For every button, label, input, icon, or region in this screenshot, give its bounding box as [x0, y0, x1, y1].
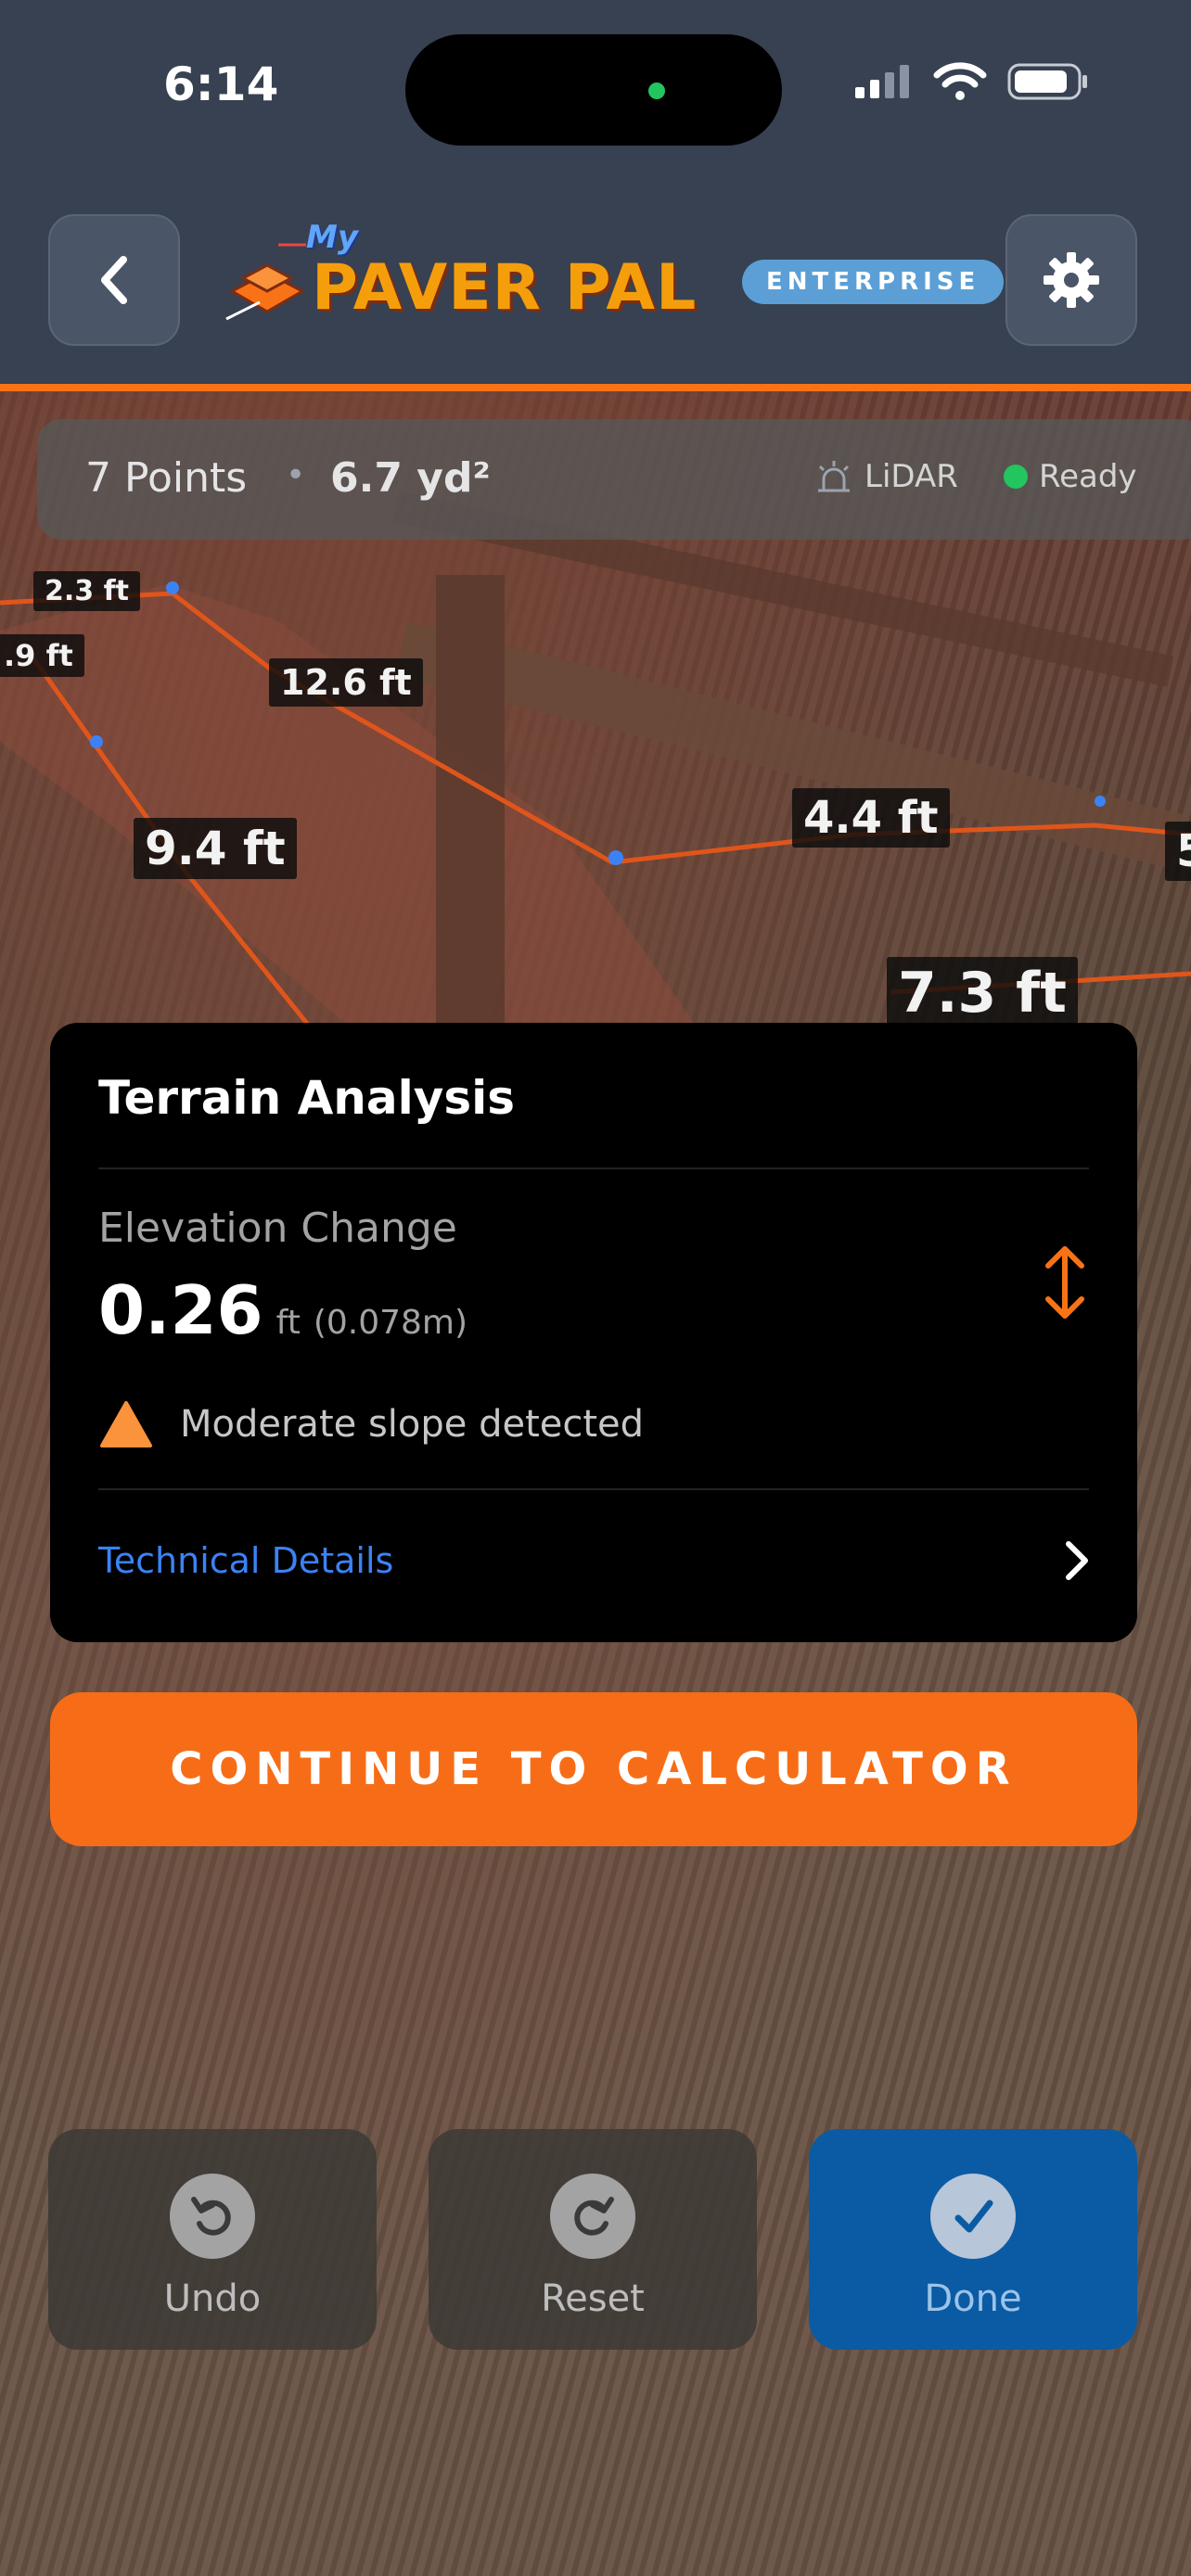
gear-icon: [1044, 252, 1099, 308]
logo-my: My: [306, 219, 358, 256]
measurement-label: 2.3 ft: [33, 571, 140, 611]
elevation-value-row: 0.26 ft (0.078m): [98, 1271, 467, 1349]
warning-triangle-icon: [100, 1401, 152, 1447]
app-header: 6:14 My PAVER PAL ENTERPRISE: [0, 0, 1191, 384]
elevation-value: 0.26: [98, 1271, 263, 1349]
undo-button[interactable]: Undo: [48, 2129, 377, 2350]
measurement-label: 7.3 ft: [887, 957, 1078, 1029]
measurement-label: .9 ft: [0, 634, 84, 677]
elevation-label: Elevation Change: [98, 1205, 457, 1252]
lidar-label: LiDAR: [864, 458, 958, 495]
enterprise-badge: ENTERPRISE: [742, 260, 1005, 304]
measurement-label: 12.6 ft: [269, 658, 423, 707]
separator-dot: •: [286, 456, 306, 494]
back-button[interactable]: [48, 214, 180, 346]
measurement-label: 5: [1165, 822, 1191, 881]
reset-label: Reset: [541, 2277, 645, 2320]
logo-wordmark: PAVER PAL: [312, 251, 698, 325]
undo-label: Undo: [163, 2277, 262, 2320]
ready-label: Ready: [1039, 458, 1137, 495]
done-button[interactable]: Done: [809, 2129, 1137, 2350]
lidar-sensor-icon: [818, 461, 850, 492]
cellular-signal-icon: [855, 65, 909, 98]
lidar-indicator: LiDAR: [814, 458, 958, 495]
divider: [98, 1488, 1089, 1490]
terrain-analysis-card: Terrain Analysis Elevation Change 0.26 f…: [50, 1023, 1137, 1642]
chevron-left-icon: [101, 256, 127, 304]
chevron-right-icon[interactable]: [1063, 1540, 1091, 1581]
card-title: Terrain Analysis: [98, 1071, 515, 1125]
app-logo: My PAVER PAL: [223, 219, 698, 325]
status-icons: [853, 61, 1089, 102]
done-label: Done: [924, 2277, 1022, 2320]
measurement-info-bar: 7 Points • 6.7 yd² LiDAR Ready: [37, 419, 1191, 540]
measurement-label: 4.4 ft: [792, 788, 950, 848]
paver-bricks-icon: [225, 243, 306, 321]
continue-to-calculator-button[interactable]: CONTINUE TO CALCULATOR: [50, 1692, 1137, 1846]
technical-details-link[interactable]: Technical Details: [98, 1540, 393, 1581]
status-time: 6:14: [163, 57, 279, 111]
ready-dot-icon: [1004, 465, 1028, 489]
reset-button[interactable]: Reset: [429, 2129, 757, 2350]
elevation-metric: (0.078m): [313, 1304, 468, 1342]
ready-indicator: Ready: [1004, 458, 1137, 495]
slope-warning: Moderate slope detected: [98, 1399, 644, 1449]
checkmark-icon: [930, 2174, 1016, 2259]
settings-button[interactable]: [1005, 214, 1137, 346]
area-value: 6.7 yd²: [330, 454, 491, 502]
vertical-arrows-icon: [1045, 1246, 1084, 1319]
wifi-icon: [933, 62, 987, 100]
dynamic-island: [405, 34, 782, 146]
warning-text: Moderate slope detected: [180, 1403, 645, 1446]
elevation-unit: ft: [275, 1304, 301, 1342]
privacy-indicator-icon: [648, 83, 665, 99]
measurement-label: 9.4 ft: [134, 818, 297, 879]
undo-icon: [170, 2174, 255, 2259]
divider: [98, 1167, 1089, 1169]
header-accent-rule: [0, 384, 1191, 391]
reset-icon: [550, 2174, 635, 2259]
battery-icon: [1007, 63, 1087, 100]
point-count: 7 Points: [85, 454, 248, 502]
